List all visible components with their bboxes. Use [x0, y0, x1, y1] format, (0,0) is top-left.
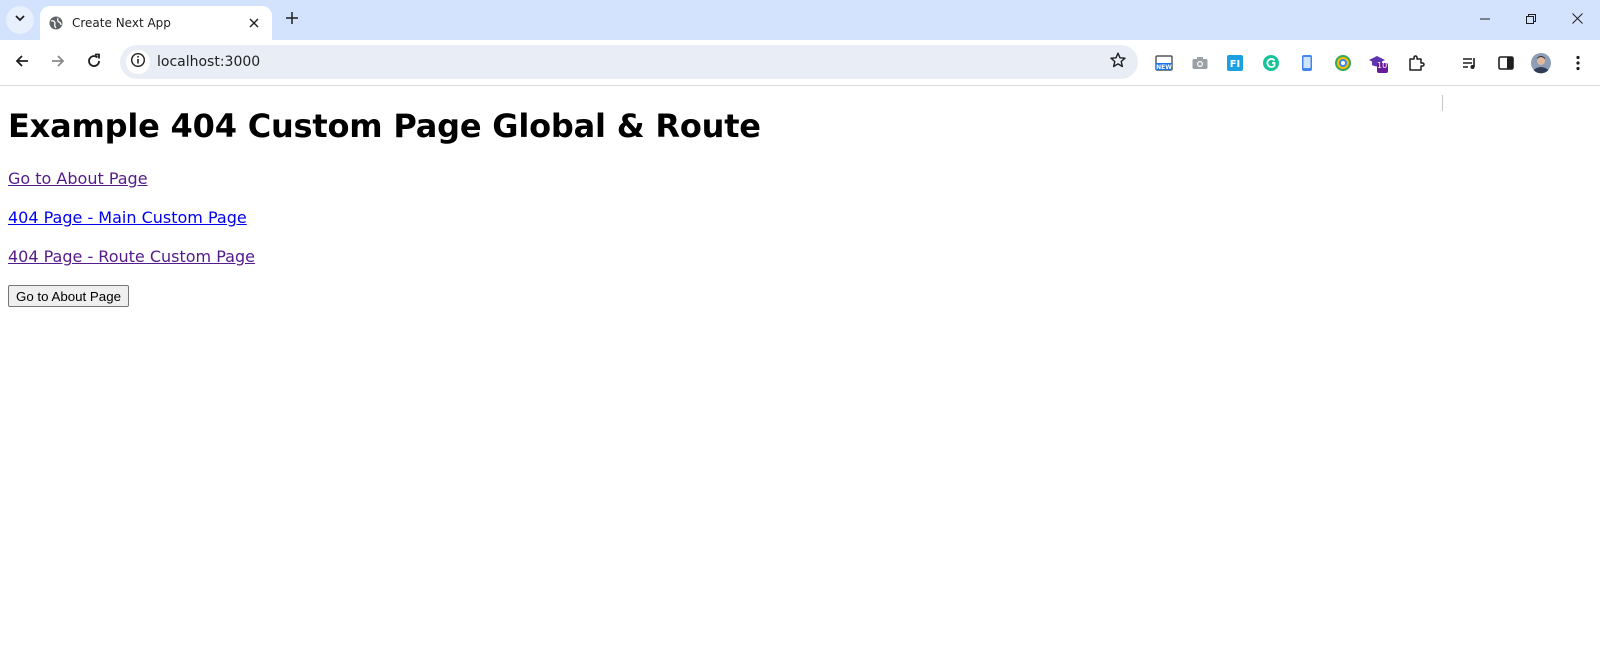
graduation-cap-icon[interactable]: 10 — [1366, 51, 1390, 75]
globe-icon — [48, 15, 64, 31]
close-icon[interactable] — [244, 13, 264, 33]
main-custom-404-link[interactable]: 404 Page - Main Custom Page — [8, 208, 247, 227]
route-custom-404-link[interactable]: 404 Page - Route Custom Page — [8, 247, 255, 266]
close-window-button[interactable] — [1554, 0, 1600, 40]
restore-icon — [1526, 11, 1536, 29]
close-icon — [1571, 11, 1583, 29]
tab-title: Create Next App — [72, 16, 171, 30]
tab-active[interactable]: Create Next App — [40, 6, 272, 40]
back-button[interactable] — [6, 47, 38, 79]
minimize-icon — [1480, 11, 1490, 29]
phone-extension-icon[interactable] — [1295, 51, 1319, 75]
back-arrow-icon — [14, 53, 30, 74]
kebab-menu-icon[interactable] — [1566, 51, 1590, 75]
avatar-icon[interactable] — [1529, 51, 1553, 75]
reload-button[interactable] — [78, 47, 110, 79]
site-info-button[interactable] — [126, 50, 150, 74]
browser-toolbar: localhost:3000 NEW FI 10 — [0, 40, 1600, 111]
svg-text:FI: FI — [1230, 59, 1241, 70]
plus-icon — [286, 11, 298, 29]
bookmark-button[interactable] — [1106, 50, 1130, 74]
extension-badge: 10 — [1377, 61, 1388, 70]
about-page-link[interactable]: Go to About Page — [8, 169, 148, 188]
media-queue-icon[interactable] — [1458, 51, 1482, 75]
forward-button[interactable] — [42, 47, 74, 79]
chevron-down-icon — [14, 11, 26, 29]
about-page-button[interactable]: Go to About Page — [8, 285, 129, 307]
url-text[interactable]: localhost:3000 — [157, 54, 260, 70]
address-bar[interactable]: localhost:3000 — [120, 45, 1138, 79]
minimize-button[interactable] — [1462, 0, 1508, 40]
page-title: Example 404 Custom Page Global & Route — [8, 107, 761, 145]
reload-icon — [86, 53, 102, 74]
tab-strip: Create Next App — [0, 0, 1600, 40]
star-icon — [1110, 52, 1126, 73]
fi-extension-icon[interactable]: FI — [1223, 51, 1247, 75]
grammarly-icon[interactable] — [1259, 51, 1283, 75]
side-panel-icon[interactable] — [1494, 51, 1518, 75]
forward-arrow-icon — [50, 53, 66, 74]
extension-new-icon[interactable]: NEW — [1152, 51, 1176, 75]
svg-text:NEW: NEW — [1156, 64, 1172, 71]
tab-search-button[interactable] — [6, 6, 34, 34]
restore-button[interactable] — [1508, 0, 1554, 40]
camera-icon[interactable] — [1188, 51, 1212, 75]
info-icon — [130, 52, 146, 73]
new-tab-button[interactable] — [280, 8, 304, 32]
page-content: Example 404 Custom Page Global & Route G… — [0, 87, 1600, 654]
color-picker-icon[interactable] — [1331, 51, 1355, 75]
puzzle-icon[interactable] — [1404, 51, 1428, 75]
